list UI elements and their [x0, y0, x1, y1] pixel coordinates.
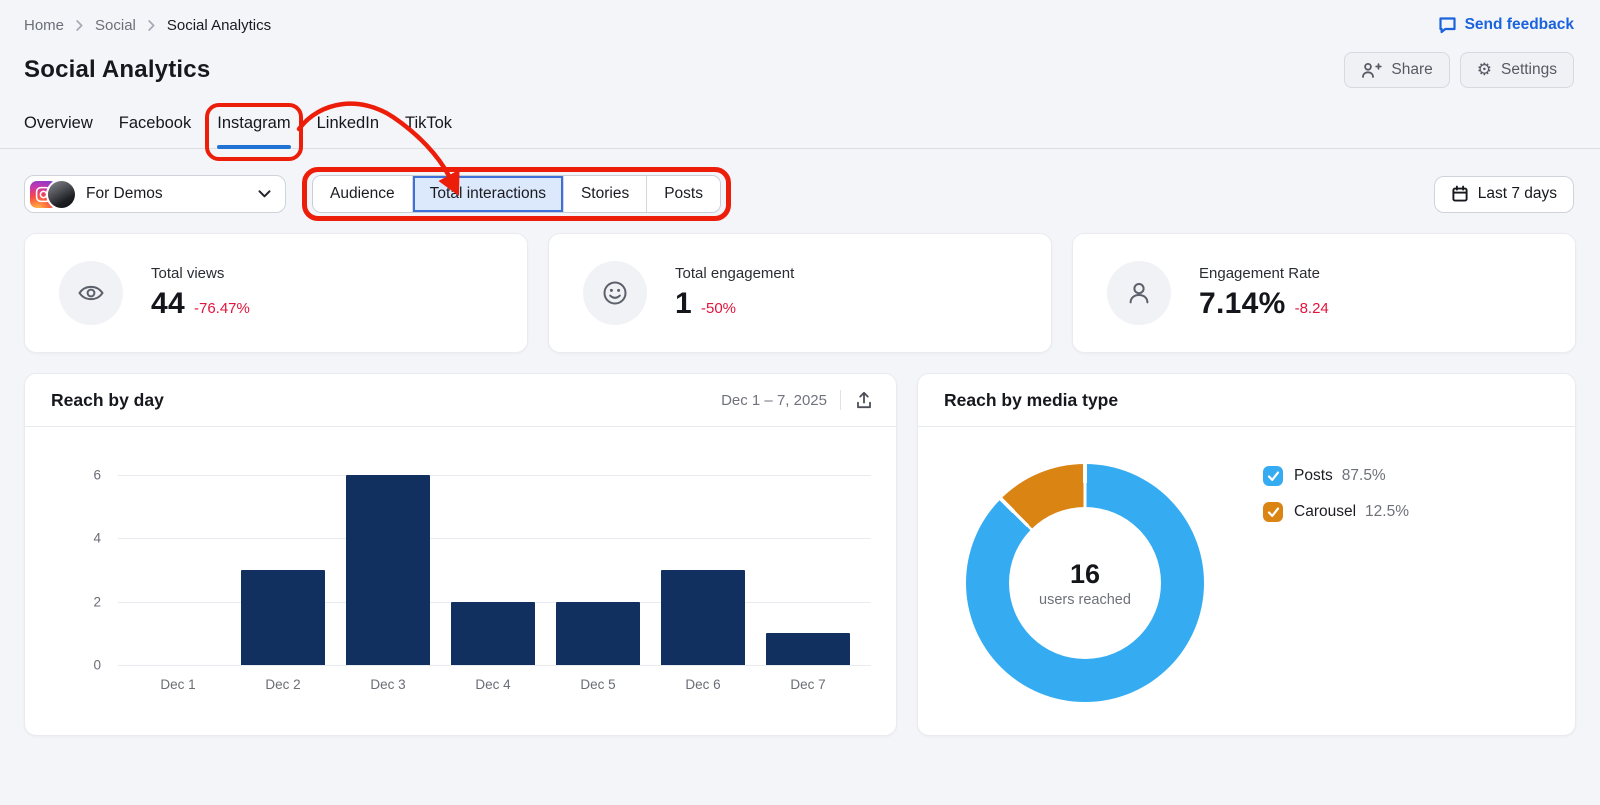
gridline	[118, 538, 871, 540]
kpi-card-total-engagement: Total engagement 1 -50%	[548, 233, 1052, 353]
users-reached-value: 16	[1069, 558, 1101, 589]
bar-dec-3	[346, 475, 430, 665]
reach-by-media-card: Reach by media type 16 users reached Pos…	[917, 373, 1576, 736]
legend-percent: 87.5%	[1341, 467, 1386, 484]
legend-item-posts[interactable]: Posts 87.5%	[1263, 466, 1409, 486]
x-axis-tick: Dec 2	[265, 677, 301, 692]
kpi-delta: -8.24	[1294, 300, 1329, 317]
bar-dec-6	[661, 570, 745, 665]
segment-stories[interactable]: Stories	[562, 176, 647, 212]
annotation-circle-instagram	[205, 103, 303, 161]
kpi-label: Engagement Rate	[1199, 265, 1320, 282]
report-segmented-control: Audience Total interactions Stories Post…	[312, 175, 721, 213]
charts-row: Reach by day Dec 1 – 7, 2025 0 2 4 6 Dec 1 De…	[24, 373, 1576, 736]
top-bar: Home Social Social Analytics Send feedba…	[0, 0, 1600, 34]
smiley-icon	[583, 261, 647, 325]
settings-button[interactable]: ⚙ Settings	[1459, 52, 1574, 88]
reach-by-day-header: Reach by day Dec 1 – 7, 2025	[25, 374, 896, 427]
segment-audience[interactable]: Audience	[313, 176, 412, 212]
chevron-right-icon	[76, 19, 83, 31]
x-axis-tick: Dec 5	[580, 677, 616, 692]
kpi-card-total-views: Total views 44 -76.47%	[24, 233, 528, 353]
x-axis-tick: Dec 7	[790, 677, 826, 692]
profile-name: For Demos	[86, 185, 163, 202]
profile-selector[interactable]: For Demos	[24, 175, 286, 213]
bar-dec-2	[241, 570, 325, 665]
person-icon	[1107, 261, 1171, 325]
tab-linkedin[interactable]: LinkedIn	[317, 114, 379, 148]
kpi-row: Total views 44 -76.47% Total engagement …	[24, 233, 1576, 353]
legend-percent: 12.5%	[1365, 503, 1409, 520]
reach-by-media-header: Reach by media type	[918, 374, 1575, 427]
date-range-button[interactable]: Last 7 days	[1433, 175, 1574, 213]
page-title: Social Analytics	[24, 56, 211, 83]
breadcrumb-social[interactable]: Social	[95, 17, 136, 34]
calendar-icon	[1451, 185, 1469, 203]
report-segments-wrap: Audience Total interactions Stories Post…	[302, 167, 731, 221]
card-title: Reach by day	[51, 389, 164, 410]
breadcrumb-home[interactable]: Home	[24, 17, 64, 34]
y-axis-tick: 4	[93, 530, 101, 546]
checkbox-checked-icon[interactable]	[1263, 502, 1283, 522]
checkbox-checked-icon[interactable]	[1263, 466, 1283, 486]
card-title: Reach by media type	[944, 389, 1119, 410]
segment-total-interactions[interactable]: Total interactions	[411, 176, 563, 212]
kpi-label: Total engagement	[675, 265, 795, 282]
legend-label: Posts	[1294, 467, 1333, 484]
kpi-card-engagement-rate: Engagement Rate 7.14% -8.24	[1072, 233, 1576, 353]
divider	[840, 390, 841, 410]
kpi-delta: -50%	[701, 300, 737, 317]
kpi-value: 7.14%	[1199, 287, 1286, 320]
tab-tiktok[interactable]: TikTok	[405, 114, 452, 148]
tab-facebook[interactable]: Facebook	[119, 114, 191, 148]
network-tabs: Overview Facebook Instagram LinkedIn Tik…	[0, 103, 1600, 161]
active-tab-underline	[217, 145, 291, 149]
tab-overview[interactable]: Overview	[24, 114, 93, 148]
legend-item-carousel[interactable]: Carousel 12.5%	[1263, 502, 1409, 522]
kpi-delta: -76.47%	[193, 300, 250, 317]
gridline	[118, 475, 871, 476]
donut-center-label: 16 users reached	[966, 464, 1204, 702]
y-axis-tick: 2	[93, 594, 101, 610]
breadcrumb: Home Social Social Analytics	[24, 17, 271, 34]
chart-date-range: Dec 1 – 7, 2025	[721, 391, 827, 409]
kpi-value: 1	[675, 287, 692, 320]
kpi-value: 44	[151, 287, 185, 320]
controls-row: For Demos Audience Total interactions St…	[0, 167, 1600, 221]
kpi-label: Total views	[151, 265, 225, 282]
share-button[interactable]: Share	[1344, 52, 1450, 88]
bar-dec-7	[766, 633, 850, 665]
bar-chart-area: 0 2 4 6 Dec 1 Dec 2 Dec 3 Dec 4 Dec 5 Dec 6 Dec 7	[25, 427, 896, 736]
breadcrumb-current: Social Analytics	[166, 16, 272, 34]
title-row: Social Analytics Share ⚙ Settings	[0, 34, 1600, 88]
users-reached-caption: users reached	[1039, 591, 1131, 608]
profile-avatar	[48, 180, 75, 208]
donut-chart-area: 16 users reached Posts 87.5% Carousel 12…	[918, 427, 1575, 736]
tab-instagram[interactable]: Instagram	[205, 103, 303, 161]
chevron-right-icon	[148, 19, 155, 31]
reach-by-day-card: Reach by day Dec 1 – 7, 2025 0 2 4 6 Dec 1 De…	[24, 373, 897, 736]
segment-posts[interactable]: Posts	[646, 176, 720, 212]
chevron-down-icon	[258, 190, 271, 198]
y-axis-tick: 6	[93, 467, 101, 483]
x-axis-tick: Dec 6	[685, 677, 721, 692]
eye-icon	[59, 261, 123, 325]
x-axis-tick: Dec 3	[370, 677, 406, 692]
x-axis-tick: Dec 4	[475, 677, 511, 692]
donut-legend: Posts 87.5% Carousel 12.5%	[1263, 466, 1409, 522]
gridline	[118, 665, 871, 666]
y-axis-tick: 0	[93, 657, 101, 673]
reach-by-day-bar-chart: 0 2 4 6 Dec 1 Dec 2 Dec 3 Dec 4 Dec 5 Dec 6 Dec 7	[25, 427, 896, 736]
bar-dec-5	[556, 601, 640, 665]
x-axis-tick: Dec 1	[160, 677, 196, 692]
title-actions: Share ⚙ Settings	[1344, 52, 1574, 88]
person-plus-icon	[1361, 62, 1383, 78]
export-icon[interactable]	[854, 390, 874, 410]
bar-dec-4	[451, 601, 535, 665]
legend-label: Carousel	[1294, 503, 1357, 520]
social-analytics-page: Home Social Social Analytics Send feedba…	[0, 0, 1600, 805]
send-feedback-link[interactable]: Send feedback	[1438, 16, 1574, 34]
feedback-bubble-icon	[1438, 16, 1457, 34]
gear-icon: ⚙	[1476, 59, 1492, 80]
